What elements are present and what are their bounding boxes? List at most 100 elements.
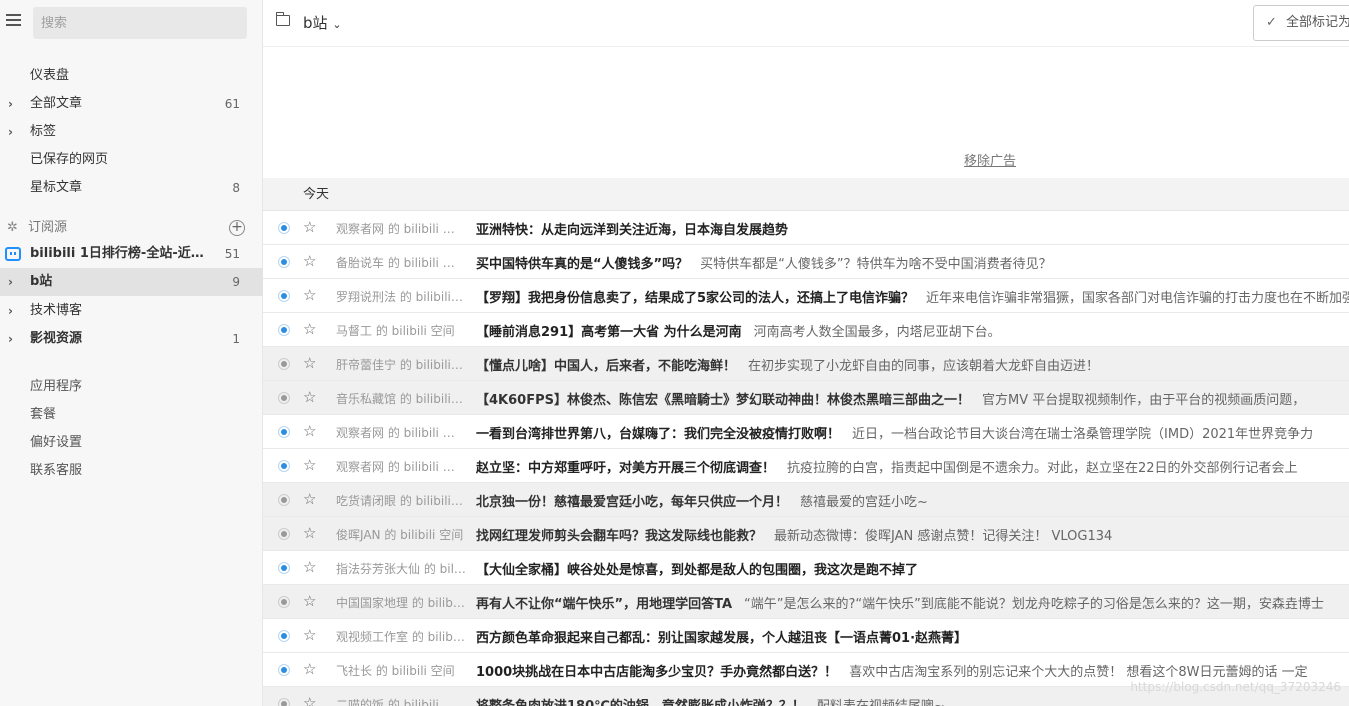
article-title-line: 北京独一份！慈禧最爱宫廷小吃，每年只供应一个月！ 慈禧最爱的宫廷小吃~ bbox=[476, 491, 928, 510]
article-title: 北京独一份！慈禧最爱宫廷小吃，每年只供应一个月！ bbox=[476, 495, 789, 510]
star-icon[interactable]: ☆ bbox=[303, 524, 316, 542]
article-title-line: 西方颜色革命狠起来自己都乱：别让国家越发展，个人越沮丧【一语点菁01·赵燕菁】 bbox=[476, 627, 979, 646]
article-title-line: 再有人不让你“端午快乐”，用地理学回答TA “端午”是怎么来的?“端午快乐”到底能… bbox=[476, 593, 1324, 612]
sidebar-item-starred[interactable]: 星标文章 8 bbox=[0, 174, 263, 202]
remove-ad-link[interactable]: 移除广告 bbox=[964, 150, 1016, 169]
read-status-icon[interactable] bbox=[278, 562, 290, 574]
sidebar-item-feed-video-resources[interactable]: › 影视资源 1 bbox=[0, 325, 263, 353]
article-summary: 近日，一档台政论节目大谈台湾在瑞士洛桑管理学院（IMD）2021年世界竞争力 bbox=[852, 427, 1314, 442]
chevron-right-icon[interactable]: › bbox=[8, 268, 13, 296]
sidebar-item-feed-bilibili-ranking[interactable]: bilibili 1日排行榜-全站-近期... 51 bbox=[0, 240, 263, 268]
sidebar-item-label: 已保存的网页 bbox=[30, 152, 109, 167]
article-row[interactable]: ☆ 观视频工作室 的 bilibili... 西方颜色革命狠起来自己都乱：别让国家越… bbox=[263, 619, 1349, 653]
read-status-icon[interactable] bbox=[278, 528, 290, 540]
feed-title-text: b站 bbox=[303, 14, 328, 32]
sidebar-item-support[interactable]: 联系客服 bbox=[0, 457, 263, 485]
article-title-line: 将整条鱼肉放进180℃的油锅，竟然膨胀成小炸弹？？！ 配料表在视频结尾噢~ bbox=[476, 695, 945, 706]
unread-count: 8 bbox=[232, 181, 240, 195]
search-input[interactable] bbox=[33, 7, 247, 39]
article-summary: 近年来电信诈骗非常猖獗，国家各部门对电信诈骗的打击力度也在不断加强 bbox=[926, 291, 1349, 306]
article-title: 西方颜色革命狠起来自己都乱：别让国家越发展，个人越沮丧【一语点菁01·赵燕菁】 bbox=[476, 631, 968, 646]
read-status-icon[interactable] bbox=[278, 392, 290, 404]
sidebar-item-feed-tech-blog[interactable]: › 技术博客 bbox=[0, 297, 263, 325]
subscriptions-header: ✲ 订阅源 + bbox=[0, 216, 263, 240]
read-status-icon[interactable] bbox=[278, 460, 290, 472]
article-title-line: 【罗翔】我把身份信息卖了，结果成了5家公司的法人，还搞上了电信诈骗？ 近年来电信诈… bbox=[476, 287, 1349, 306]
mark-all-read-button[interactable]: ✓ 全部标记为已读 bbox=[1253, 5, 1349, 41]
article-source: 吃货请闭眼 的 bilibili ... bbox=[336, 494, 466, 508]
menu-icon[interactable] bbox=[6, 14, 21, 28]
star-icon[interactable]: ☆ bbox=[303, 388, 316, 406]
read-status-icon[interactable] bbox=[278, 494, 290, 506]
star-icon[interactable]: ☆ bbox=[303, 456, 316, 474]
article-source: 指法芬芳张大仙 的 bili... bbox=[336, 562, 466, 576]
article-row[interactable]: ☆ 俊晖JAN 的 bilibili 空间 找网红理发师剪头会翻车吗？我这发际线也能… bbox=[263, 517, 1349, 551]
star-icon[interactable]: ☆ bbox=[303, 490, 316, 508]
read-status-icon[interactable] bbox=[278, 426, 290, 438]
date-separator: 今天 bbox=[263, 178, 1349, 211]
article-title-line: 赵立坚：中方郑重呼吁，对美方开展三个彻底调查！ 抗疫拉胯的白宫，指责起中国倒是不遗… bbox=[476, 457, 1298, 476]
star-icon[interactable]: ☆ bbox=[303, 626, 316, 644]
sidebar-item-plans[interactable]: 套餐 bbox=[0, 401, 263, 429]
read-status-icon[interactable] bbox=[278, 222, 290, 234]
chevron-down-icon: ⌄ bbox=[332, 18, 342, 31]
star-icon[interactable]: ☆ bbox=[303, 286, 316, 304]
article-title: 1000块挑战在日本中古店能淘多少宝贝？手办竟然都白送？！ bbox=[476, 665, 838, 680]
read-status-icon[interactable] bbox=[278, 596, 290, 608]
article-title: 再有人不让你“端午快乐”，用地理学回答TA bbox=[476, 597, 733, 612]
star-icon[interactable]: ☆ bbox=[303, 320, 316, 338]
read-status-icon[interactable] bbox=[278, 324, 290, 336]
article-row[interactable]: ☆ 备胎说车 的 bilibili 空间 买中国特供车真的是“人傻钱多”吗？ 买特供车… bbox=[263, 245, 1349, 279]
article-row[interactable]: ☆ 指法芬芳张大仙 的 bili... 【大仙全家桶】峡谷处处是惊喜，到处都是敌人的… bbox=[263, 551, 1349, 585]
read-status-icon[interactable] bbox=[278, 664, 290, 676]
star-icon[interactable]: ☆ bbox=[303, 354, 316, 372]
star-icon[interactable]: ☆ bbox=[303, 592, 316, 610]
star-icon[interactable]: ☆ bbox=[303, 218, 316, 236]
read-status-icon[interactable] bbox=[278, 358, 290, 370]
add-feed-icon[interactable]: + bbox=[229, 220, 245, 236]
read-status-icon[interactable] bbox=[278, 256, 290, 268]
star-icon[interactable]: ☆ bbox=[303, 660, 316, 678]
article-summary: 买特供车都是“人傻钱多”？特供车为啥不受中国消费者待见？ bbox=[700, 257, 1052, 272]
sidebar-item-label: 影视资源 bbox=[30, 331, 83, 346]
chevron-right-icon[interactable]: › bbox=[8, 90, 13, 118]
sidebar-item-tags[interactable]: › 标签 bbox=[0, 118, 263, 146]
star-icon[interactable]: ☆ bbox=[303, 252, 316, 270]
bilibili-icon bbox=[5, 247, 21, 261]
chevron-right-icon[interactable]: › bbox=[8, 118, 13, 146]
sidebar-item-label: 技术博客 bbox=[30, 303, 83, 318]
chevron-right-icon[interactable]: › bbox=[8, 297, 13, 325]
read-status-icon[interactable] bbox=[278, 630, 290, 642]
article-title-line: 找网红理发师剪头会翻车吗？我这发际线也能救？ 最新动态微博：俊晖JAN 感谢点赞！… bbox=[476, 525, 1112, 544]
article-row[interactable]: ☆ 观察者网 的 bilibili 空间 赵立坚：中方郑重呼吁，对美方开展三个彻底调… bbox=[263, 449, 1349, 483]
article-list: ☆ 观察者网 的 bilibili 空间 亚洲特快：从走向远洋到关注近海，日本海自发… bbox=[263, 211, 1349, 706]
sidebar-item-feed-bzhan[interactable]: › b站 9 bbox=[0, 268, 263, 296]
read-status-icon[interactable] bbox=[278, 698, 290, 706]
article-row[interactable]: ☆ 中国国家地理 的 bilibili... 再有人不让你“端午快乐”，用地理学回答… bbox=[263, 585, 1349, 619]
article-row[interactable]: ☆ 吃货请闭眼 的 bilibili ... 北京独一份！慈禧最爱宫廷小吃，每年只供… bbox=[263, 483, 1349, 517]
sidebar-item-apps[interactable]: 应用程序 bbox=[0, 373, 263, 401]
gear-icon[interactable]: ✲ bbox=[7, 216, 18, 240]
star-icon[interactable]: ☆ bbox=[303, 558, 316, 576]
sidebar-item-dashboard[interactable]: 仪表盘 bbox=[0, 62, 263, 90]
sidebar-item-preferences[interactable]: 偏好设置 bbox=[0, 429, 263, 457]
article-row[interactable]: ☆ 观察者网 的 bilibili 空间 一看到台湾排世界第八，台媒嗨了：我们完全没… bbox=[263, 415, 1349, 449]
sidebar-item-all-articles[interactable]: › 全部文章 61 bbox=[0, 90, 263, 118]
article-row[interactable]: ☆ 马督工 的 bilibili 空间 【睡前消息291】高考第一大省 为什么是河南… bbox=[263, 313, 1349, 347]
article-row[interactable]: ☆ 音乐私藏馆 的 bilibili ... 【4K60FPS】林俊杰、陈信宏《黑暗… bbox=[263, 381, 1349, 415]
chevron-right-icon[interactable]: › bbox=[8, 325, 13, 353]
star-icon[interactable]: ☆ bbox=[303, 694, 316, 706]
article-title: 赵立坚：中方郑重呼吁，对美方开展三个彻底调查！ bbox=[476, 461, 776, 476]
sidebar-item-saved-pages[interactable]: 已保存的网页 bbox=[0, 146, 263, 174]
sidebar-item-label: bilibili 1日排行榜-全站-近期... bbox=[30, 246, 205, 261]
star-icon[interactable]: ☆ bbox=[303, 422, 316, 440]
article-row[interactable]: ☆ 罗翔说刑法 的 bilibili ... 【罗翔】我把身份信息卖了，结果成了5家… bbox=[263, 279, 1349, 313]
subscriptions-label: 订阅源 bbox=[28, 220, 68, 235]
read-status-icon[interactable] bbox=[278, 290, 290, 302]
article-title-line: 1000块挑战在日本中古店能淘多少宝贝？手办竟然都白送？！ 喜欢中古店淘宝系列的别… bbox=[476, 661, 1308, 680]
feed-title-dropdown[interactable]: b站 ⌄ bbox=[303, 12, 342, 33]
article-title-line: 一看到台湾排世界第八，台媒嗨了：我们完全没被疫情打败啊！ 近日，一档台政论节目大谈… bbox=[476, 423, 1313, 442]
unread-count: 61 bbox=[224, 97, 240, 111]
article-row[interactable]: ☆ 肝帝蕾佳宁 的 bilibili ... 【懂点儿啥】中国人，后来者，不能吃海鲜… bbox=[263, 347, 1349, 381]
article-row[interactable]: ☆ 观察者网 的 bilibili 空间 亚洲特快：从走向远洋到关注近海，日本海自发… bbox=[263, 211, 1349, 245]
